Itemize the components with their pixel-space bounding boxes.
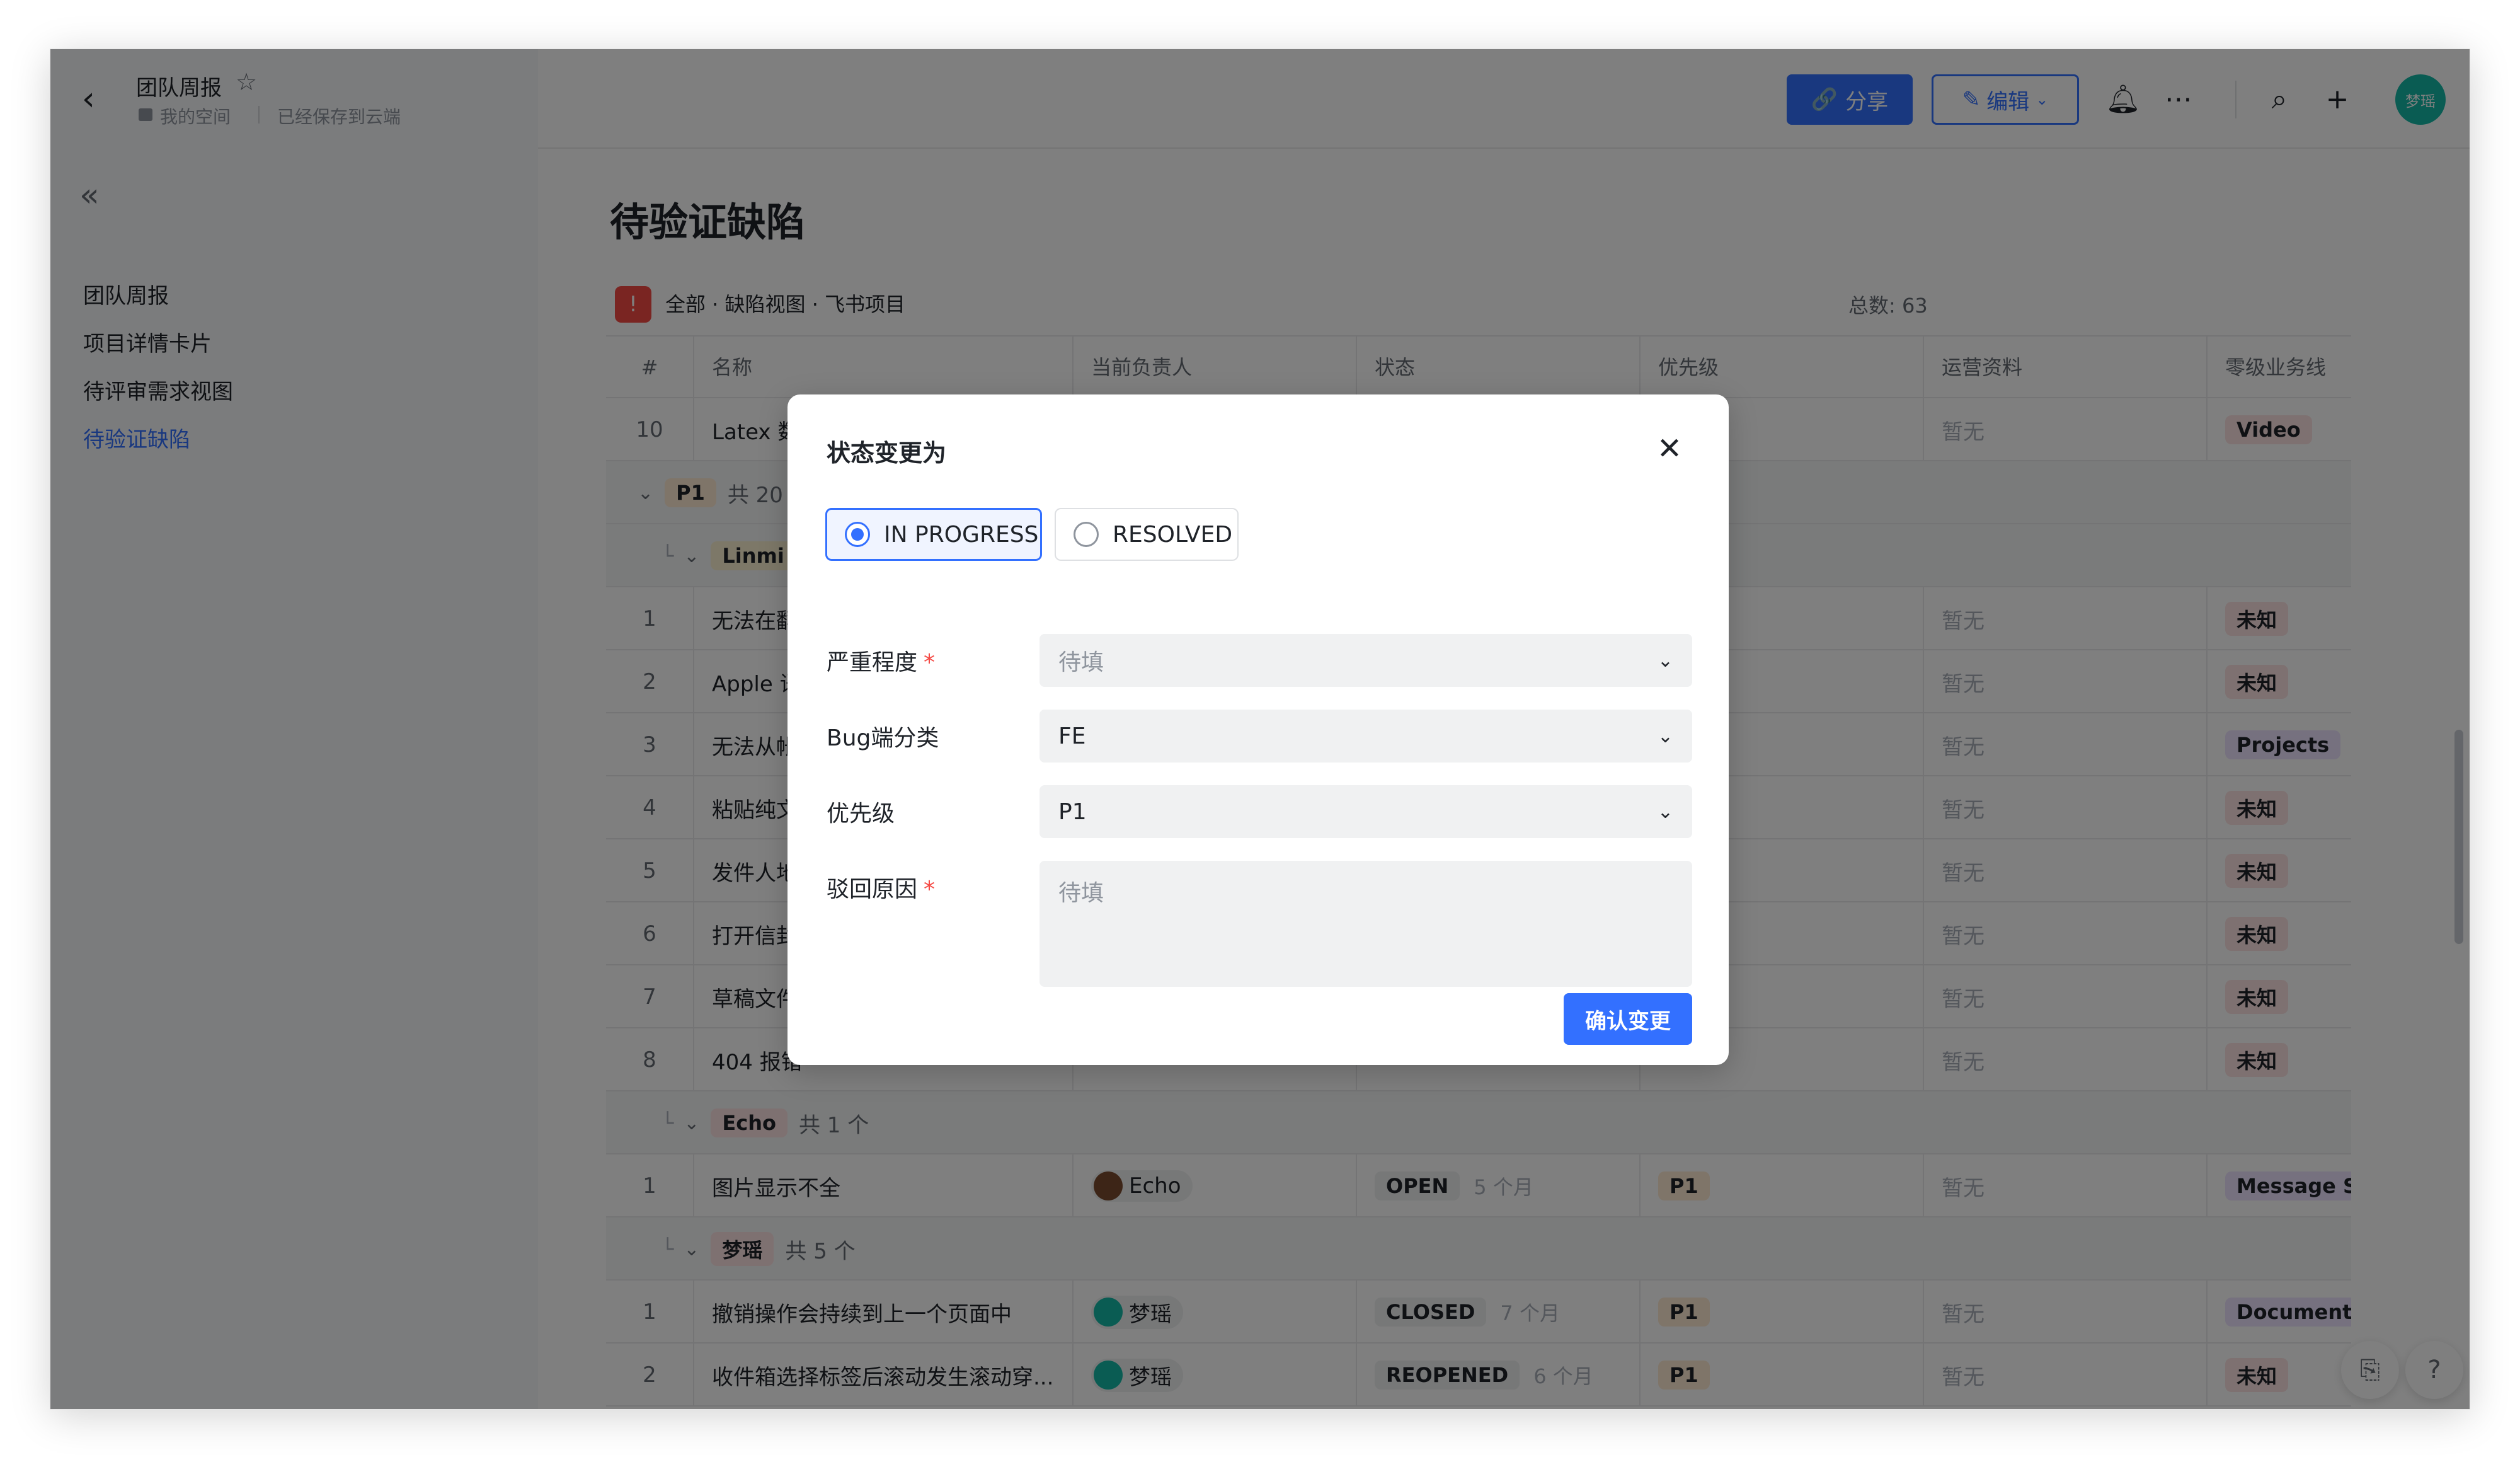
required-mark: *	[924, 650, 936, 676]
bug-platform-select[interactable]: FE ⌄	[1040, 710, 1692, 763]
dialog-title: 状态变更为	[827, 439, 947, 467]
severity-placeholder: 待填	[1058, 650, 1104, 676]
radio-in-progress[interactable]: IN PROGRESS	[825, 508, 1042, 561]
priority-value: P1	[1058, 798, 1087, 825]
close-icon[interactable]: ✕	[1651, 430, 1688, 468]
severity-label: 严重程度 *	[827, 650, 936, 676]
required-mark: *	[924, 877, 936, 902]
chevron-down-icon: ⌄	[1657, 725, 1673, 747]
severity-select[interactable]: 待填 ⌄	[1040, 634, 1692, 687]
confirm-change-button[interactable]: 确认变更	[1564, 993, 1692, 1045]
radio-label: IN PROGRESS	[884, 521, 1039, 548]
reject-reason-textarea[interactable]: 待填	[1040, 861, 1692, 987]
radio-resolved[interactable]: RESOLVED	[1055, 508, 1239, 561]
bug-platform-label: Bug端分类	[827, 725, 939, 751]
priority-label: 优先级	[827, 801, 895, 827]
reject-reason-label: 驳回原因 *	[827, 877, 936, 902]
chevron-down-icon: ⌄	[1657, 800, 1673, 823]
chevron-down-icon: ⌄	[1657, 649, 1673, 672]
priority-select[interactable]: P1 ⌄	[1040, 785, 1692, 838]
bug-platform-value: FE	[1058, 723, 1086, 749]
radio-unchecked-icon	[1074, 522, 1099, 547]
radio-checked-icon	[845, 522, 870, 547]
app-window: ‹ 团队周报 ☆ 我的空间 已经保存到云端 🔗 分享 ✎ 编辑 ⌄ 🔔︎ ⋯ ⌕…	[50, 49, 2470, 1409]
status-change-dialog: 状态变更为 ✕ IN PROGRESS RESOLVED 严重程度 * 待填 ⌄ …	[788, 394, 1729, 1065]
radio-label: RESOLVED	[1113, 521, 1233, 548]
